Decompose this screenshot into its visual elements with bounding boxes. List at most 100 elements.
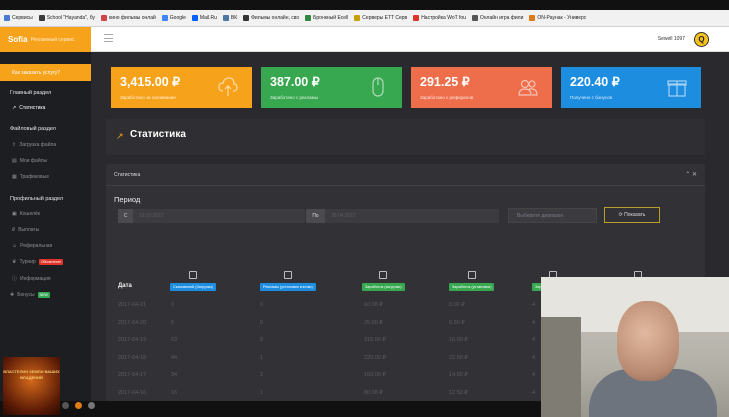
taskbar-tray bbox=[62, 402, 95, 409]
bookmark-item[interactable]: School "Hayanda", бу bbox=[38, 15, 95, 21]
sidebar-item-statistics[interactable]: ↗ Статистика bbox=[12, 105, 45, 111]
sidebar-item-info[interactable]: ⓘ Информация bbox=[12, 275, 51, 283]
table-cell: 44 bbox=[171, 354, 178, 361]
bookmark-favicon-icon bbox=[191, 15, 198, 21]
logo-subtitle: Рекламный сервис bbox=[30, 36, 75, 43]
table-cell: 6.50 ₽ bbox=[449, 319, 465, 326]
bookmark-item[interactable]: Google bbox=[161, 15, 186, 21]
bookmark-item[interactable]: ON-Раунак - Универс bbox=[529, 15, 586, 21]
tray-icon[interactable] bbox=[62, 402, 69, 409]
stat-card-description: Получено с бонусов bbox=[570, 95, 613, 100]
column-header-label: Рекламы (установки кнопки) bbox=[260, 283, 316, 291]
panel-controls[interactable]: ⌃ ✕ bbox=[685, 171, 697, 178]
column-header[interactable]: Заработок (загрузки) bbox=[362, 271, 405, 291]
table-cell: 63 bbox=[171, 337, 178, 343]
table-cell: 160.00 ₽ bbox=[364, 372, 386, 378]
tray-icon[interactable] bbox=[88, 402, 95, 409]
sidebar-item-tournament[interactable]: ♛ Турнир Обновление bbox=[12, 259, 64, 265]
stat-card[interactable]: 220.40 ₽ Получено с бонусов bbox=[561, 67, 701, 108]
column-header-label: Заработок (загрузки) bbox=[362, 283, 405, 291]
sidebar-item-label: Турнир bbox=[19, 259, 36, 265]
table-row: 2017-04-18 44 1 220.00 ₽ 22.50 ₽ 4 bbox=[106, 351, 536, 368]
bookmark-favicon-icon bbox=[161, 15, 168, 21]
sidebar-item-label: Бонусы bbox=[17, 292, 35, 298]
bookmark-item[interactable]: Онлайн игра фили bbox=[471, 15, 524, 21]
page-title: Статистика bbox=[130, 129, 186, 140]
avatar[interactable]: Q bbox=[694, 32, 709, 47]
column-icon bbox=[467, 271, 476, 279]
column-header-label: Скачиваний (Загрузки) bbox=[170, 283, 216, 291]
bookmark-item[interactable]: ВК bbox=[222, 15, 238, 21]
bookmark-favicon-icon bbox=[4, 15, 10, 21]
table-cell: 4 bbox=[532, 389, 536, 396]
trophy-icon: ♛ bbox=[12, 259, 17, 265]
payout-icon: ₽ bbox=[12, 227, 16, 233]
sidebar-item-referrals[interactable]: ☺ Реферальная bbox=[12, 243, 52, 249]
bookmark-item[interactable]: Серверы ETT Серв bbox=[354, 15, 407, 21]
table-cell: 22.50 ₽ bbox=[449, 354, 468, 361]
column-header-label: Заработок (установки) bbox=[449, 283, 495, 291]
bookmark-label: ВК bbox=[230, 15, 238, 21]
table-cell: 34 bbox=[171, 372, 178, 378]
how-to-order-button[interactable]: Как заказать услугу? bbox=[0, 64, 91, 81]
stat-card[interactable]: 291.25 ₽ Заработано с рефералов bbox=[411, 67, 552, 108]
column-icon bbox=[379, 271, 388, 279]
column-icon bbox=[283, 271, 292, 279]
menu-toggle-icon[interactable] bbox=[104, 34, 113, 42]
bookmark-item[interactable]: Фильмы онлайн, сво bbox=[243, 15, 299, 21]
panel-title: Статистика bbox=[114, 172, 141, 178]
date-from-input[interactable]: 31.03.2017 bbox=[133, 209, 305, 223]
cloud-upload-icon bbox=[218, 76, 238, 98]
bookmark-favicon-icon bbox=[529, 15, 536, 21]
range-select[interactable]: Выберите диапазон bbox=[508, 208, 597, 223]
bookmark-label: Google bbox=[169, 15, 186, 21]
column-header[interactable]: Заработок (установки) bbox=[449, 271, 495, 291]
bookmark-favicon-icon bbox=[222, 15, 229, 21]
sidebar-item-upload[interactable]: ⇧ Загрузка файла bbox=[12, 142, 56, 148]
table-cell: 16 bbox=[171, 389, 178, 396]
date-from-prefix: С bbox=[118, 209, 133, 223]
file-icon: ▤ bbox=[12, 158, 17, 164]
bookmark-label: Сервисы bbox=[12, 15, 33, 21]
table-cell: 16.00 ₽ bbox=[449, 337, 468, 343]
sidebar-item-wallet[interactable]: ▣ Кошелёк bbox=[12, 211, 40, 217]
bookmark-item[interactable]: Mail.Ru bbox=[191, 15, 217, 21]
sidebar-section-files: Файловый раздел bbox=[10, 126, 56, 132]
table-cell: 4 bbox=[532, 372, 536, 378]
bookmarks-bar: Сервисы School "Hayanda", бу кино фильмы о… bbox=[0, 10, 729, 27]
stat-card[interactable]: 3,415.00 ₽ Заработано за скачивания bbox=[111, 67, 252, 108]
sidebar-item-my-files[interactable]: ▤ Мои файлы bbox=[12, 158, 47, 164]
sidebar-item-bonus[interactable]: ✚ Бонусы NEW bbox=[10, 292, 50, 298]
bookmark-label: Бронкный Ecell bbox=[313, 15, 349, 21]
stat-card-amount: 387.00 ₽ bbox=[270, 75, 320, 89]
table-cell: 220.00 ₽ bbox=[364, 354, 386, 361]
ad-banner[interactable]: ВЛАСТЕЛИН ЗЕМЛИ ВАШИХ ВЛАДЕНИЙ bbox=[3, 357, 60, 415]
table-cell: 5 bbox=[171, 319, 175, 326]
webcam-overlay bbox=[541, 277, 729, 417]
sidebar-item-traffic[interactable]: ▦ Трафиковые bbox=[12, 174, 49, 180]
user-name[interactable]: Sewell 1097 bbox=[658, 36, 685, 42]
bookmark-label: Фильмы онлайн, сво bbox=[251, 15, 300, 21]
stat-card[interactable]: 387.00 ₽ Заработано с рекламы bbox=[261, 67, 402, 108]
column-header[interactable]: Рекламы (установки кнопки) bbox=[260, 271, 316, 291]
bookmark-item[interactable]: Бронкный Ecell bbox=[305, 15, 348, 21]
bookmark-label: Онлайн игра фили bbox=[479, 15, 524, 21]
bookmark-item[interactable]: кино фильмы онлай bbox=[101, 15, 156, 21]
bookmark-item[interactable]: Настройка WoT fou bbox=[413, 15, 466, 21]
table-cell: 2017-04-16 bbox=[118, 389, 147, 396]
date-column-header: Дата bbox=[118, 283, 132, 289]
column-header[interactable]: Скачиваний (Загрузки) bbox=[170, 271, 216, 291]
stat-card-description: Заработано с рефералов bbox=[420, 95, 474, 100]
tray-icon[interactable] bbox=[75, 402, 82, 409]
table-cell: 1 bbox=[260, 389, 264, 396]
table-cell: 1 bbox=[260, 354, 264, 361]
traffic-icon: ▦ bbox=[12, 174, 17, 180]
chart-line-icon: ↗ bbox=[12, 105, 17, 111]
logo[interactable]: Sofia Рекламный сервис bbox=[0, 27, 91, 52]
date-to-input[interactable]: 30.04.2017 bbox=[325, 209, 499, 223]
bookmark-item[interactable]: Сервисы bbox=[4, 15, 33, 21]
users-icon bbox=[518, 76, 538, 98]
sidebar-item-payouts[interactable]: ₽ Выплаты bbox=[12, 227, 39, 233]
show-button[interactable]: ⟳ Показать bbox=[604, 207, 660, 223]
sidebar-item-label: Выплаты bbox=[18, 227, 40, 233]
